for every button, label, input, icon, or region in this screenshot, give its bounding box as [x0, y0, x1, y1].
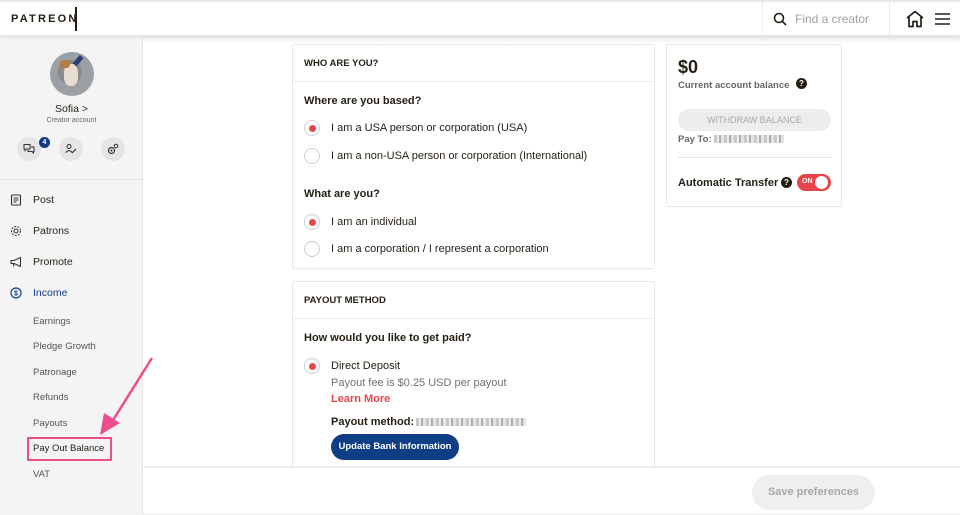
patreon-logo[interactable]: PATREON — [11, 13, 79, 25]
sidebar-item-label: Patrons — [33, 225, 70, 237]
redacted-pay-to — [714, 135, 784, 143]
radio-label-international[interactable]: I am a non-USA person or corporation (In… — [331, 150, 587, 162]
post-icon — [10, 194, 22, 206]
menu-icon[interactable] — [935, 12, 950, 26]
top-bar: PATREON Find a creator — [0, 0, 960, 36]
radio-individual[interactable] — [304, 214, 320, 230]
withdraw-balance-button[interactable]: WITHDRAW BALANCE — [678, 109, 831, 131]
messages-icon — [23, 144, 35, 155]
sidebar-subitem-earnings[interactable]: Earnings — [33, 316, 71, 327]
radio-international[interactable] — [304, 148, 320, 164]
update-bank-info-button[interactable]: Update Bank Information — [331, 434, 459, 460]
sidebar-subitem-payouts[interactable]: Payouts — [33, 418, 67, 429]
edit-profile-button[interactable] — [59, 137, 83, 161]
sidebar-divider — [0, 179, 143, 180]
balance-amount: $0 — [678, 57, 699, 77]
user-name-link[interactable]: Sofia > — [0, 103, 143, 115]
radio-label-direct-deposit[interactable]: Direct Deposit — [331, 360, 400, 372]
automatic-transfer-toggle[interactable]: ON — [797, 174, 831, 191]
question-payout: How would you like to get paid? — [304, 332, 472, 344]
messages-badge: 4 — [39, 137, 50, 148]
redacted-payout-method — [416, 418, 526, 426]
card-header: PAYOUT METHOD — [293, 282, 654, 319]
toggle-state: ON — [802, 178, 813, 185]
user-role: Creator account — [46, 117, 97, 124]
messages-button[interactable] — [17, 137, 41, 161]
radio-direct-deposit[interactable] — [304, 358, 320, 374]
sidebar-item-label: Promote — [33, 256, 73, 268]
sidebar-item-promote[interactable]: Promote — [0, 252, 143, 274]
sidebar-subitem-patronage[interactable]: Patronage — [33, 367, 77, 378]
megaphone-icon — [10, 256, 22, 268]
sidebar-subitem-refunds[interactable]: Refunds — [33, 392, 68, 403]
radio-label-corporation[interactable]: I am a corporation / I represent a corpo… — [331, 243, 549, 255]
radio-corporation[interactable] — [304, 241, 320, 257]
divider — [678, 157, 831, 158]
balance-label: Current account balance — [678, 80, 790, 91]
learn-more-link[interactable]: Learn More — [331, 393, 390, 405]
balance-card: $0 Current account balance ? WITHDRAW BA… — [666, 44, 842, 207]
save-preferences-button[interactable]: Save preferences — [752, 475, 875, 510]
sidebar-item-income[interactable]: $ Income — [0, 283, 143, 305]
settings-icon — [107, 143, 119, 155]
question-location: Where are you based? — [304, 95, 422, 107]
radio-label-usa[interactable]: I am a USA person or corporation (USA) — [331, 122, 527, 134]
pay-to-label: Pay To: — [678, 134, 712, 145]
home-icon[interactable] — [905, 10, 925, 28]
avatar[interactable] — [50, 52, 94, 96]
sidebar-subitem-pledge-growth[interactable]: Pledge Growth — [33, 341, 96, 352]
radio-usa[interactable] — [304, 120, 320, 136]
edit-profile-icon — [65, 144, 77, 154]
who-are-you-card: WHO ARE YOU? Where are you based? I am a… — [292, 44, 655, 269]
search-icon — [773, 12, 787, 26]
footer-bar: Save preferences — [143, 466, 960, 515]
sidebar-subitem-vat[interactable]: VAT — [33, 469, 50, 480]
sidebar-item-label: Post — [33, 194, 55, 206]
card-header: WHO ARE YOU? — [293, 45, 654, 82]
settings-button[interactable] — [101, 137, 125, 161]
sidebar-item-patrons[interactable]: Patrons — [0, 221, 143, 243]
question-entity-type: What are you? — [304, 188, 380, 200]
payout-fee-text: Payout fee is $0.25 USD per payout — [331, 377, 507, 389]
dollar-icon: $ — [10, 287, 22, 299]
main-top-shadow — [143, 36, 960, 44]
search-box[interactable]: Find a creator — [762, 2, 890, 36]
sidebar-item-post[interactable]: Post — [0, 190, 143, 212]
search-input[interactable]: Find a creator — [795, 12, 869, 26]
radio-label-individual[interactable]: I am an individual — [331, 216, 417, 228]
patrons-icon — [11, 226, 21, 236]
toggle-knob — [815, 176, 828, 189]
annotation-arrow-icon — [100, 357, 154, 435]
automatic-transfer-label: Automatic Transfer — [678, 177, 779, 189]
help-icon[interactable]: ? — [796, 78, 807, 89]
payout-method-card: PAYOUT METHOD How would you like to get … — [292, 281, 655, 481]
sidebar-item-label: Income — [33, 287, 68, 299]
payout-method-label: Payout method: — [331, 416, 415, 428]
help-icon[interactable]: ? — [781, 177, 792, 188]
svg-text:$: $ — [14, 291, 18, 298]
logo-mark — [75, 7, 77, 31]
